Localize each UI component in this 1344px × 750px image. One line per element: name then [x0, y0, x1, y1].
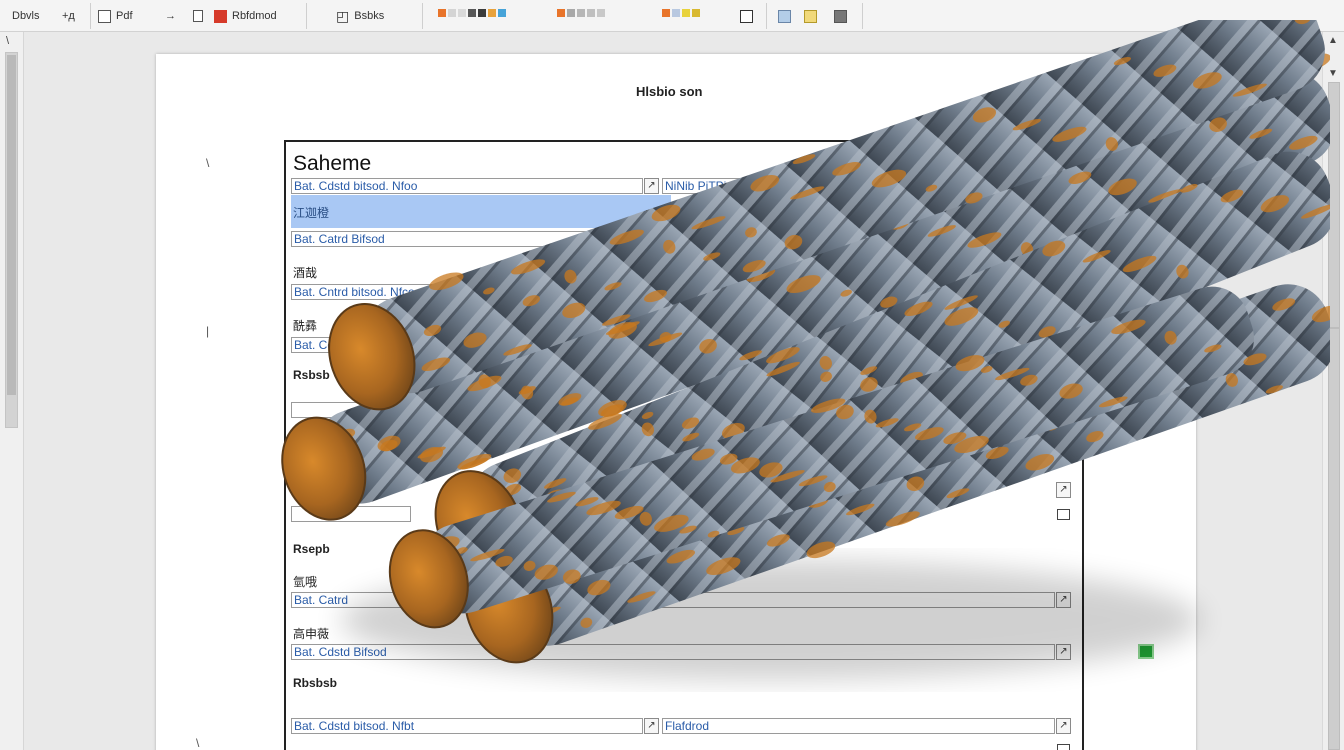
shape-button[interactable]: ◰ Bsbks — [336, 0, 384, 32]
text-field[interactable]: Bat. Catrd Bifsod — [291, 231, 661, 247]
color-swatch[interactable] — [577, 9, 585, 17]
paint-icon — [740, 9, 753, 23]
text-field[interactable]: Bat. Cntrd bitsod. Nfco — [291, 284, 661, 300]
format-button[interactable]: Rbfdmod — [193, 0, 277, 32]
left-ruler: \ — [0, 32, 24, 750]
scroll-thumb[interactable] — [1328, 328, 1340, 750]
field-label: 酒哉 — [293, 266, 318, 280]
paste-button[interactable]: Pdf — [98, 0, 133, 32]
form-panel: Saheme Bat. Cdstd bitsod. Nfoo ↗ NiNib P… — [284, 140, 1084, 750]
toolbar-separator — [862, 3, 863, 29]
text-field[interactable]: Bat. Catrd — [291, 592, 1055, 608]
selected-row[interactable]: 江迦橙 — [291, 195, 671, 228]
form-title: Saheme — [293, 152, 372, 175]
checkbox[interactable] — [1057, 744, 1070, 750]
undo-label: Dbvls — [12, 10, 40, 22]
page-icon — [98, 9, 111, 23]
format-label: Rbfdmod — [232, 10, 277, 22]
selected-row-label: 江迦橙 — [293, 206, 330, 220]
color-swatch[interactable] — [438, 9, 446, 17]
toolbar-separator — [766, 3, 767, 29]
paint-button[interactable] — [740, 0, 753, 32]
checkbox[interactable] — [646, 210, 659, 221]
dark-square-button[interactable] — [834, 0, 847, 32]
undo-button[interactable]: Dbvls — [12, 0, 40, 32]
page-title: Hlsbio son — [636, 84, 703, 99]
toolbar: Dbvls +д Pdf → Rbfdmod ◰ Bsbks — [0, 0, 1344, 32]
text-field[interactable] — [291, 506, 411, 522]
ruler-thumb[interactable] — [7, 55, 16, 395]
color-swatch[interactable] — [567, 9, 575, 17]
dropdown-arrow-icon[interactable]: ↗ — [644, 178, 659, 194]
color-swatch[interactable] — [468, 9, 476, 17]
document-page: Hlsbio son \ | \ Saheme Bat. Cdstd bitso… — [156, 54, 1196, 750]
checkbox[interactable] — [1057, 509, 1070, 520]
cursor-label: +д — [62, 10, 75, 22]
scroll-up-icon[interactable]: ▲ — [1328, 35, 1338, 46]
color-swatch[interactable] — [672, 9, 680, 17]
field-label: 高申薇 — [293, 627, 330, 641]
status-green-button[interactable] — [1138, 644, 1154, 659]
color-swatch-group[interactable] — [555, 4, 607, 22]
color-swatch[interactable] — [498, 9, 506, 17]
dropdown-arrow-icon[interactable]: ↗ — [1056, 592, 1071, 608]
shape-label: Bsbks — [354, 10, 385, 22]
vertical-scrollbar[interactable]: ▲ ▼ — [1322, 32, 1344, 750]
field-label: 酰彞 — [293, 319, 318, 333]
text-field[interactable]: Flafdrod — [662, 718, 1055, 734]
page-margin-mark: | — [206, 324, 210, 338]
toolbar-separator — [90, 3, 91, 29]
color-swatch[interactable] — [597, 9, 605, 17]
field-label: 氫哦 — [293, 575, 318, 589]
dropdown-arrow-icon[interactable]: ↗ — [1056, 718, 1071, 734]
red-format-icon — [214, 9, 227, 23]
color-swatch[interactable] — [557, 9, 565, 17]
text-field[interactable]: Bat. Cdstd Bifsod — [291, 644, 1055, 660]
dropdown-arrow-icon[interactable]: ↗ — [1056, 482, 1071, 498]
table-icon — [778, 9, 791, 23]
dropdown-arrow-icon[interactable]: ↗ — [1056, 644, 1071, 660]
color-swatch[interactable] — [692, 9, 700, 17]
table-button[interactable] — [778, 0, 791, 32]
text-field[interactable] — [291, 402, 411, 418]
cursor-button[interactable]: +д — [62, 0, 75, 32]
text-field[interactable]: Bat. Cdstd bitsod. Nfbt — [291, 718, 643, 734]
scroll-thumb[interactable] — [1328, 82, 1340, 328]
color-swatch[interactable] — [458, 9, 466, 17]
color-swatch[interactable] — [448, 9, 456, 17]
text-field[interactable]: NiNib PiTPidb — [662, 178, 882, 194]
color-swatch[interactable] — [662, 9, 670, 17]
color-swatch[interactable] — [587, 9, 595, 17]
color-swatch[interactable] — [478, 9, 486, 17]
text-field[interactable]: Bat. Cdstd bitsod. Nfoo — [291, 178, 643, 194]
arrow-icon: → — [165, 10, 176, 22]
section-heading: Rsbsb — [293, 368, 330, 382]
page-margin-mark: \ — [206, 156, 210, 170]
text-field[interactable]: Bat. Cdstd — [291, 337, 661, 353]
document-icon — [193, 10, 203, 22]
dark-square-icon — [834, 9, 847, 23]
section-heading: Rbsbsb — [293, 676, 338, 690]
toolbar-separator — [422, 3, 423, 29]
toolbar-separator — [306, 3, 307, 29]
grid-icon — [804, 9, 817, 23]
color-swatch[interactable] — [682, 9, 690, 17]
paste-label: Pdf — [116, 10, 133, 22]
shape-icon: ◰ — [336, 7, 350, 24]
section-heading: Rsepb — [293, 542, 330, 556]
color-swatch-group[interactable] — [660, 4, 702, 22]
grid-button[interactable] — [804, 0, 817, 32]
arrow-indicator: → — [165, 0, 176, 32]
color-swatch-group[interactable] — [436, 4, 508, 22]
scroll-down-icon[interactable]: ▼ — [1328, 68, 1338, 79]
dropdown-arrow-icon[interactable]: ↗ — [644, 718, 659, 734]
page-margin-mark: \ — [196, 736, 200, 750]
vertical-ruler-track[interactable] — [5, 52, 18, 428]
color-swatch[interactable] — [488, 9, 496, 17]
ruler-mark: \ — [6, 35, 10, 47]
